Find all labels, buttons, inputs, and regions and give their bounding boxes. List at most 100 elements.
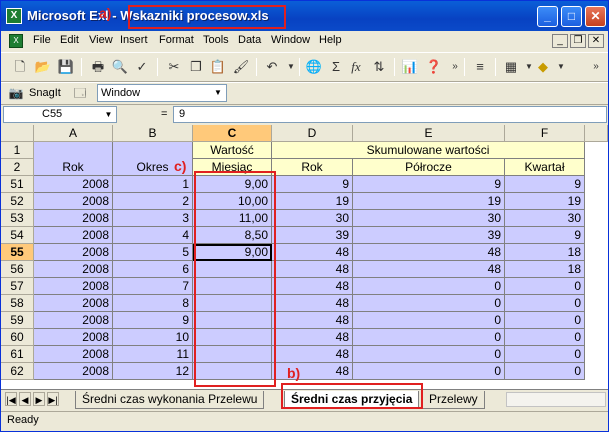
sort-ascending-icon[interactable]: ⇅: [370, 58, 388, 76]
cell-b61[interactable]: 11: [113, 346, 193, 363]
cell-d57[interactable]: 48: [272, 278, 353, 295]
print-icon[interactable]: 🖶: [89, 58, 107, 76]
format-painter-icon[interactable]: 🖌: [232, 58, 250, 76]
formula-input[interactable]: 9: [173, 106, 607, 123]
next-sheet-icon[interactable]: ▶: [33, 392, 45, 406]
cell-f57[interactable]: 0: [505, 278, 585, 295]
cell-d1-merged[interactable]: Skumulowane wartości: [272, 142, 585, 159]
cell-a2[interactable]: Rok: [34, 159, 113, 176]
sheet-tab-przelewy[interactable]: Przelewy: [422, 391, 485, 409]
snagit-label[interactable]: SnagIt: [29, 87, 61, 99]
cell-d59[interactable]: 48: [272, 312, 353, 329]
cell-d62[interactable]: 48: [272, 363, 353, 380]
name-box[interactable]: C55 ▼: [3, 106, 117, 123]
cell-f58[interactable]: 0: [505, 295, 585, 312]
chart-wizard-icon[interactable]: 📊: [401, 58, 419, 76]
menu-file[interactable]: File: [33, 34, 51, 46]
cell-b62[interactable]: 12: [113, 363, 193, 380]
column-header-d[interactable]: D: [272, 125, 353, 142]
cell-f61[interactable]: 0: [505, 346, 585, 363]
cell-e57[interactable]: 0: [353, 278, 505, 295]
cell-f2[interactable]: Kwartał: [505, 159, 585, 176]
first-sheet-icon[interactable]: |◀: [5, 392, 17, 406]
row-header[interactable]: 1: [1, 142, 34, 159]
cell-e56[interactable]: 48: [353, 261, 505, 278]
cell-f51[interactable]: 9: [505, 176, 585, 193]
doc-minimize-icon[interactable]: _: [552, 34, 568, 48]
workbook-icon[interactable]: X: [9, 34, 23, 48]
minimize-icon[interactable]: _: [537, 6, 558, 27]
cell-e51[interactable]: 9: [353, 176, 505, 193]
column-header-e[interactable]: E: [353, 125, 505, 142]
row-header[interactable]: 52: [1, 193, 34, 210]
row-header[interactable]: 62: [1, 363, 34, 380]
copy-icon[interactable]: ❐: [187, 58, 205, 76]
menu-tools[interactable]: Tools: [203, 34, 229, 46]
cell-e62[interactable]: 0: [353, 363, 505, 380]
cell-a51[interactable]: 2008: [34, 176, 113, 193]
cell-f56[interactable]: 18: [505, 261, 585, 278]
help-icon[interactable]: ❓: [425, 58, 443, 76]
cell-d54[interactable]: 39: [272, 227, 353, 244]
cell-d56[interactable]: 48: [272, 261, 353, 278]
row-header[interactable]: 61: [1, 346, 34, 363]
cell-e53[interactable]: 30: [353, 210, 505, 227]
cell-e61[interactable]: 0: [353, 346, 505, 363]
cell-e60[interactable]: 0: [353, 329, 505, 346]
cell-b60[interactable]: 10: [113, 329, 193, 346]
row-header[interactable]: 58: [1, 295, 34, 312]
cell-d55[interactable]: 48: [272, 244, 353, 261]
toolbar-overflow-icon[interactable]: »: [587, 58, 605, 76]
cell-b54[interactable]: 4: [113, 227, 193, 244]
fill-color-dropdown-icon[interactable]: ▼: [552, 58, 570, 76]
cell-b56[interactable]: 6: [113, 261, 193, 278]
column-header-c[interactable]: C: [193, 125, 272, 142]
excel-app-icon[interactable]: X: [6, 8, 22, 24]
cell-d2[interactable]: Rok: [272, 159, 353, 176]
column-header-b[interactable]: B: [113, 125, 193, 142]
cell-a62[interactable]: 2008: [34, 363, 113, 380]
row-header[interactable]: 53: [1, 210, 34, 227]
cut-icon[interactable]: ✂: [165, 58, 183, 76]
cell-a53[interactable]: 2008: [34, 210, 113, 227]
cell-a55[interactable]: 2008: [34, 244, 113, 261]
cell-b1[interactable]: [113, 142, 193, 159]
menu-insert[interactable]: Insert: [120, 34, 148, 46]
menu-edit[interactable]: Edit: [60, 34, 79, 46]
prev-sheet-icon[interactable]: ◀: [19, 392, 31, 406]
cell-b59[interactable]: 9: [113, 312, 193, 329]
cell-f59[interactable]: 0: [505, 312, 585, 329]
close-icon[interactable]: ✕: [585, 6, 606, 27]
column-header-g[interactable]: [585, 125, 608, 142]
cell-d60[interactable]: 48: [272, 329, 353, 346]
snagit-settings-icon[interactable]: 🗔: [71, 84, 89, 102]
toolbar-overflow-icon[interactable]: »: [446, 58, 464, 76]
menu-data[interactable]: Data: [238, 34, 261, 46]
cell-e55[interactable]: 48: [353, 244, 505, 261]
cell-e54[interactable]: 39: [353, 227, 505, 244]
cell-a54[interactable]: 2008: [34, 227, 113, 244]
cell-b51[interactable]: 1: [113, 176, 193, 193]
menu-format[interactable]: Format: [159, 34, 194, 46]
cell-b57[interactable]: 7: [113, 278, 193, 295]
cell-d52[interactable]: 19: [272, 193, 353, 210]
cell-f62[interactable]: 0: [505, 363, 585, 380]
cell-b52[interactable]: 2: [113, 193, 193, 210]
function-icon[interactable]: fx: [347, 58, 365, 76]
borders-icon[interactable]: ▦: [502, 58, 520, 76]
cell-a52[interactable]: 2008: [34, 193, 113, 210]
cell-b58[interactable]: 8: [113, 295, 193, 312]
cell-a58[interactable]: 2008: [34, 295, 113, 312]
snagit-mode-select[interactable]: Window ▼: [97, 84, 227, 102]
hyperlink-icon[interactable]: 🌐: [305, 58, 323, 76]
cell-f53[interactable]: 30: [505, 210, 585, 227]
cell-d51[interactable]: 9: [272, 176, 353, 193]
open-folder-icon[interactable]: 📂: [34, 58, 52, 76]
cell-b55[interactable]: 5: [113, 244, 193, 261]
cell-a59[interactable]: 2008: [34, 312, 113, 329]
paste-icon[interactable]: 📋: [209, 58, 227, 76]
cell-f52[interactable]: 19: [505, 193, 585, 210]
cell-c1[interactable]: Wartość: [193, 142, 272, 159]
cell-a56[interactable]: 2008: [34, 261, 113, 278]
cell-d61[interactable]: 48: [272, 346, 353, 363]
